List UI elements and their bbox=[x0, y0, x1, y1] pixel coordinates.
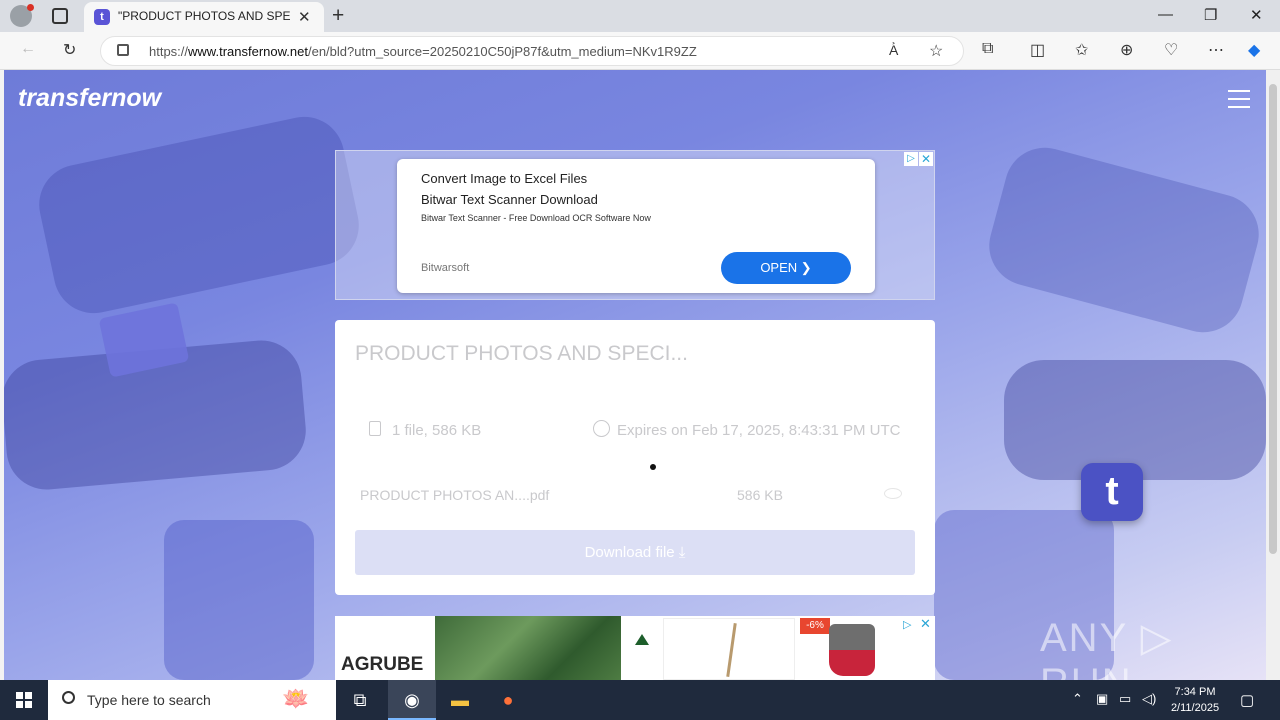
tray-overflow-chevron-icon[interactable]: ⌃ bbox=[1072, 691, 1083, 707]
file-name[interactable]: PRODUCT PHOTOS AN....pdf bbox=[360, 487, 549, 503]
volume-icon[interactable]: ◁) bbox=[1142, 691, 1156, 707]
clock-time: 7:34 PM bbox=[1174, 686, 1216, 698]
file-size: 586 KB bbox=[737, 487, 783, 503]
ad-close-icon[interactable]: ✕ bbox=[920, 616, 931, 632]
walking-stick-image bbox=[726, 623, 737, 677]
discount-badge: -6% bbox=[800, 618, 830, 634]
expiry-date: Expires on Feb 17, 2025, 8:43:31 PM UTC bbox=[617, 422, 901, 439]
transfernow-logo[interactable]: transfernow bbox=[18, 84, 161, 113]
background-illustration bbox=[1004, 360, 1266, 480]
scrollbar-thumb[interactable] bbox=[1269, 84, 1277, 554]
address-bar[interactable]: https://www.transfernow.net/en/bld?utm_s… bbox=[100, 36, 964, 66]
task-view-icon[interactable]: ⧉ bbox=[336, 680, 384, 720]
ad-description: Bitwar Text Scanner - Free Download OCR … bbox=[421, 213, 651, 223]
lotus-highlight-icon[interactable]: 🪷 bbox=[282, 686, 309, 712]
product-image-tool[interactable] bbox=[663, 618, 795, 680]
copilot-icon[interactable]: ◆ bbox=[1248, 40, 1260, 60]
back-icon[interactable]: ← bbox=[20, 40, 36, 58]
notification-center-icon[interactable]: ▢ bbox=[1240, 691, 1254, 709]
transfer-card: PRODUCT PHOTOS AND SPECI... 1 file, 586 … bbox=[335, 320, 935, 595]
tray-device-icon[interactable]: ▣ bbox=[1096, 691, 1108, 707]
background-illustration bbox=[164, 520, 314, 680]
ad-title[interactable]: Convert Image to Excel Files bbox=[421, 171, 587, 186]
transfernow-badge-icon: t bbox=[1081, 463, 1143, 521]
advertisement-banner-bottom[interactable]: AGRUBE -6% ▷ ✕ bbox=[335, 616, 935, 680]
url-text: https://www.transfernow.net/en/bld?utm_s… bbox=[149, 44, 697, 59]
notification-dot bbox=[27, 4, 34, 11]
adchoices-icon[interactable]: ▷ bbox=[904, 152, 918, 166]
transfer-title: PRODUCT PHOTOS AND SPECI... bbox=[355, 342, 688, 365]
tab-title: "PRODUCT PHOTOS AND SPECIFI bbox=[118, 9, 290, 23]
hamburger-menu-icon[interactable] bbox=[1228, 90, 1250, 108]
preview-eye-icon[interactable] bbox=[884, 488, 902, 499]
edge-browser-icon[interactable]: ◉ bbox=[388, 680, 436, 720]
file-count: 1 file, 586 KB bbox=[392, 422, 482, 439]
tab-favicon-icon: t bbox=[94, 9, 110, 25]
windows-taskbar: Type here to search 🪷 ⧉ ◉ ▬ ● ⌃ ▣ ▭ ◁) 7… bbox=[0, 680, 1280, 720]
ad-brand-logo[interactable]: AGRUBE bbox=[341, 654, 423, 676]
adchoices-icon[interactable]: ▷ bbox=[903, 618, 911, 631]
network-icon[interactable]: ▭ bbox=[1119, 691, 1131, 707]
anyrun-watermark: ANY ▷ RUN bbox=[1040, 616, 1174, 680]
loading-cursor-icon bbox=[650, 464, 656, 470]
split-screen-icon[interactable]: ◫ bbox=[1030, 40, 1045, 60]
clock-icon bbox=[593, 420, 610, 437]
collections-icon[interactable]: ⊕ bbox=[1120, 40, 1133, 60]
download-file-button[interactable]: Download file ⤓ bbox=[355, 530, 915, 575]
restore-icon[interactable]: ❐ bbox=[1204, 6, 1217, 24]
more-options-icon[interactable]: ⋯ bbox=[1208, 40, 1224, 60]
brand-triangle-icon bbox=[635, 634, 649, 645]
ad-open-button[interactable]: OPEN ❯ bbox=[721, 252, 851, 284]
refresh-icon[interactable]: ↻ bbox=[63, 40, 76, 60]
taskbar-search-box[interactable]: Type here to search 🪷 bbox=[48, 680, 336, 720]
firefox-icon[interactable]: ● bbox=[484, 680, 532, 720]
background-illustration bbox=[980, 138, 1266, 342]
ad-close-icon[interactable]: ✕ bbox=[919, 152, 933, 166]
browser-tab-active[interactable]: t "PRODUCT PHOTOS AND SPECIFI ✕ bbox=[84, 2, 324, 32]
favorite-star-icon[interactable]: ☆ bbox=[929, 41, 943, 61]
lock-icon[interactable] bbox=[117, 44, 129, 56]
new-tab-icon[interactable]: + bbox=[332, 4, 344, 28]
read-aloud-icon[interactable]: A͐ bbox=[889, 42, 898, 58]
minimize-icon[interactable]: — bbox=[1158, 6, 1173, 23]
advertisement-banner[interactable]: Convert Image to Excel Files Bitwar Text… bbox=[335, 150, 935, 300]
favorites-icon[interactable]: ✩ bbox=[1075, 40, 1088, 60]
browser-toolbar: ← ↻ https://www.transfernow.net/en/bld?u… bbox=[0, 32, 1280, 70]
ad-card[interactable]: Convert Image to Excel Files Bitwar Text… bbox=[397, 159, 875, 293]
file-copy-icon bbox=[369, 421, 381, 436]
ad-brand: Bitwarsoft bbox=[421, 262, 470, 274]
tab-close-icon[interactable]: ✕ bbox=[298, 8, 311, 26]
search-icon bbox=[62, 691, 75, 704]
file-explorer-icon[interactable]: ▬ bbox=[436, 680, 484, 720]
webpage: transfernow Convert Image to Excel Files… bbox=[4, 70, 1266, 680]
windows-start-icon[interactable] bbox=[16, 692, 32, 708]
taskbar-clock[interactable]: 7:34 PM 2/11/2025 bbox=[1166, 684, 1224, 716]
browser-tab-bar: t "PRODUCT PHOTOS AND SPECIFI ✕ + — ❐ ✕ bbox=[0, 0, 1280, 32]
clock-date: 2/11/2025 bbox=[1170, 702, 1220, 714]
page-scrollbar[interactable] bbox=[1266, 70, 1280, 680]
window-close-icon[interactable]: ✕ bbox=[1250, 6, 1263, 24]
extensions-icon[interactable]: ⧉ bbox=[982, 40, 993, 58]
search-placeholder: Type here to search bbox=[87, 692, 211, 708]
browser-essentials-icon[interactable]: ♡ bbox=[1164, 40, 1178, 60]
tab-actions-icon[interactable] bbox=[52, 8, 68, 24]
ad-subtitle[interactable]: Bitwar Text Scanner Download bbox=[421, 192, 598, 207]
product-image-boot[interactable] bbox=[829, 624, 875, 676]
forest-image[interactable] bbox=[435, 616, 621, 680]
background-illustration bbox=[31, 109, 367, 321]
